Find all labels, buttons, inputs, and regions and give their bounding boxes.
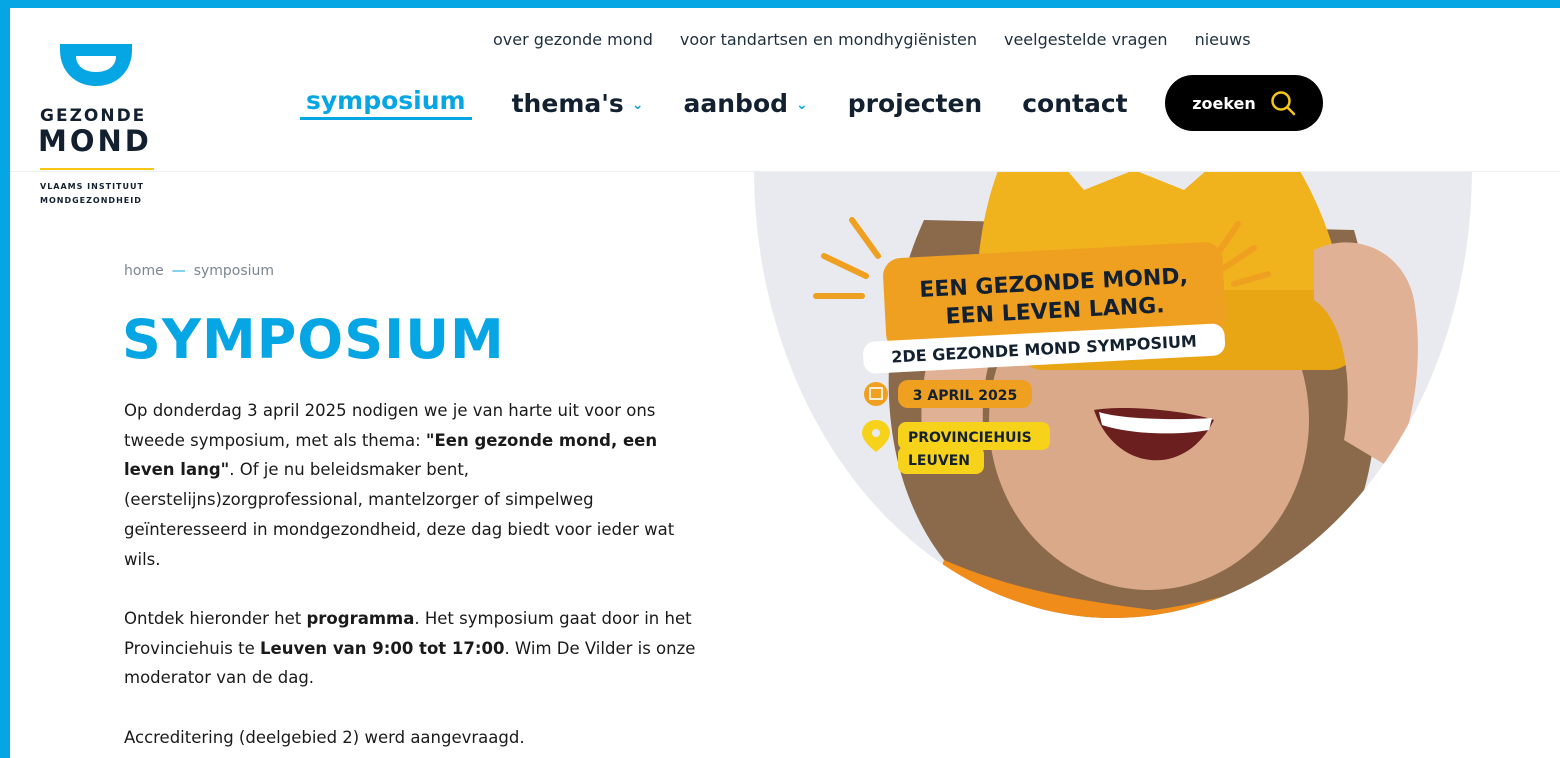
intro-paragraph-1: Op donderdag 3 april 2025 nodigen we je … xyxy=(124,396,704,574)
page-title: SYMPOSIUM xyxy=(122,308,505,371)
nav-symposium-label: symposium xyxy=(306,86,466,115)
logo-divider xyxy=(40,168,154,170)
nav-themas-label: thema's xyxy=(511,88,624,118)
breadcrumb-separator: — xyxy=(171,263,186,279)
nav-projecten-label: projecten xyxy=(847,88,983,118)
top-nav-news[interactable]: nieuws xyxy=(1195,30,1251,49)
search-icon xyxy=(1271,91,1296,116)
logo-word-gezonde: GEZONDE xyxy=(40,106,147,126)
nav-contact[interactable]: contact xyxy=(1022,89,1127,118)
p2-programma: programma xyxy=(306,608,415,628)
logo-word-mond: MOND xyxy=(38,124,152,158)
hero-location-1: PROVINCIEHUIS xyxy=(908,430,1032,446)
p2-location-time: Leuven van 9:00 tot 17:00 xyxy=(260,638,505,658)
smile-logo-icon xyxy=(60,44,132,86)
top-nav-faq[interactable]: veelgestelde vragen xyxy=(1004,30,1168,49)
nav-projecten[interactable]: projecten xyxy=(848,89,982,118)
page: EEN GEZONDE MOND, EEN LEVEN LANG. 2DE GE… xyxy=(10,8,1560,758)
chevron-down-icon: ⌄ xyxy=(631,97,644,113)
search-label: zoeken xyxy=(1192,93,1256,113)
top-nav: over gezonde mond voor tandartsen en mon… xyxy=(493,30,1251,49)
calendar-icon xyxy=(864,382,888,406)
nav-symposium[interactable]: symposium xyxy=(300,86,472,120)
breadcrumb-current: symposium xyxy=(193,263,275,279)
hero-date: 3 APRIL 2025 xyxy=(913,388,1017,404)
breadcrumb: home — symposium xyxy=(124,263,274,279)
nav-aanbod-label: aanbod xyxy=(683,88,789,118)
logo-subtitle-2: MONDGEZONDHEID xyxy=(40,196,142,205)
breadcrumb-home[interactable]: home xyxy=(124,263,164,279)
site-logo[interactable]: GEZONDE MOND VLAAMS INSTITUUT MONDGEZOND… xyxy=(38,38,158,218)
chevron-down-icon: ⌄ xyxy=(796,97,808,113)
nav-contact-label: contact xyxy=(1022,88,1128,118)
logo-subtitle-1: VLAAMS INSTITUUT xyxy=(40,182,144,191)
search-button[interactable]: zoeken xyxy=(1165,75,1323,131)
intro-text: Op donderdag 3 april 2025 nodigen we je … xyxy=(124,396,704,758)
hero-location-2: LEUVEN xyxy=(908,453,970,469)
nav-themas[interactable]: thema's ⌄ xyxy=(512,89,644,118)
p2-text-a: Ontdek hieronder het xyxy=(124,608,307,628)
top-nav-about[interactable]: over gezonde mond xyxy=(493,30,653,49)
intro-paragraph-2: Ontdek hieronder het programma. Het symp… xyxy=(124,604,704,693)
site-header: over gezonde mond voor tandartsen en mon… xyxy=(10,8,1560,172)
nav-aanbod[interactable]: aanbod ⌄ xyxy=(684,89,808,118)
main-nav: symposium thema's ⌄ aanbod ⌄ projecten c… xyxy=(300,86,1128,120)
intro-paragraph-3: Accreditering (deelgebied 2) werd aangev… xyxy=(124,727,525,747)
top-nav-professionals[interactable]: voor tandartsen en mondhygiënisten xyxy=(680,30,977,49)
